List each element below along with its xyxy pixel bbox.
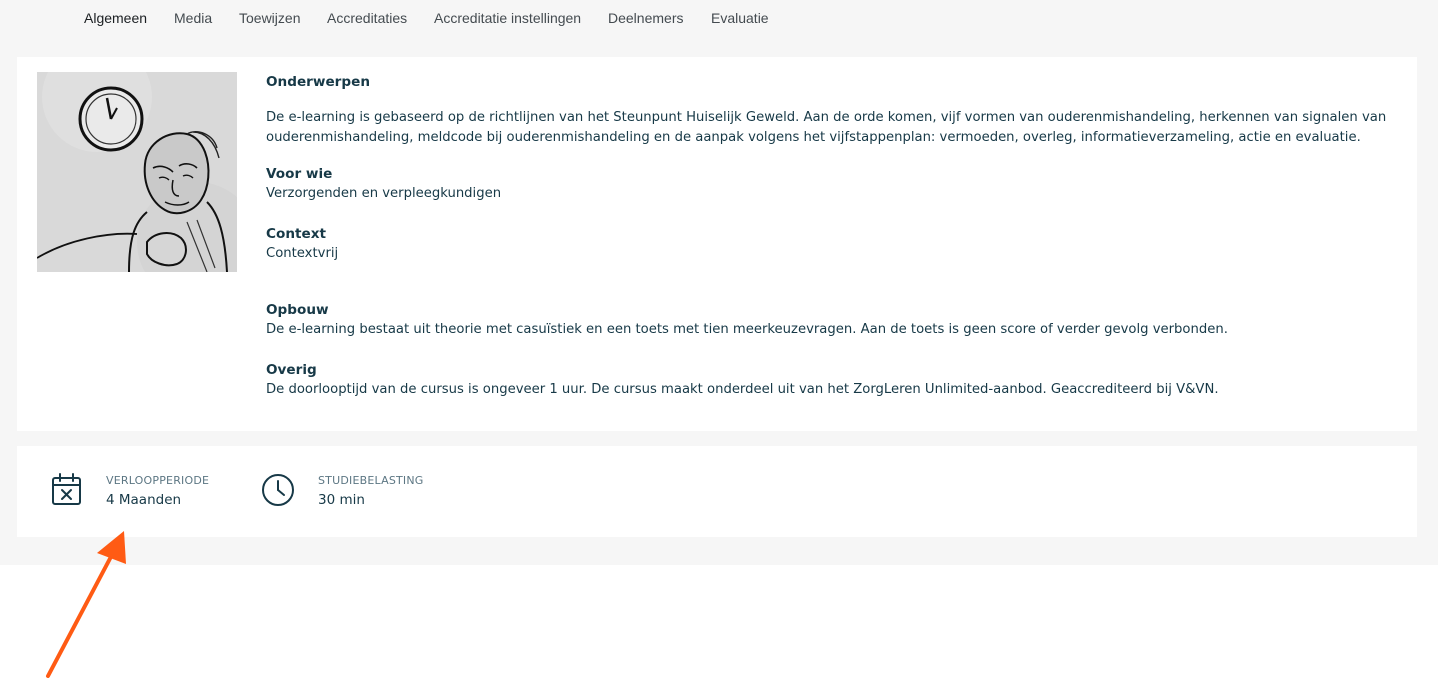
study-load-value: 30 min xyxy=(318,492,365,508)
elderly-man-illustration-icon xyxy=(37,72,237,272)
tab-accreditatie-instellingen[interactable]: Accreditatie instellingen xyxy=(434,10,581,26)
tab-bar: Algemeen Media Toewijzen Accreditaties A… xyxy=(0,0,1438,36)
section-text-opbouw: De e-learning bestaat uit theorie met ca… xyxy=(266,322,1228,337)
tab-algemeen[interactable]: Algemeen xyxy=(84,10,147,26)
course-description-card: Onderwerpen De e-learning is gebaseerd o… xyxy=(17,57,1417,431)
section-text-overig: De doorlooptijd van de cursus is ongevee… xyxy=(266,382,1219,397)
course-info-card: VERLOOPPERIODE 4 Maanden STUDIEBELASTING… xyxy=(17,446,1417,537)
section-title-context: Context xyxy=(266,226,326,242)
tab-evaluatie[interactable]: Evaluatie xyxy=(711,10,769,26)
course-thumbnail xyxy=(37,72,237,272)
tab-media[interactable]: Media xyxy=(174,10,212,26)
calendar-x-icon xyxy=(51,473,83,512)
section-text-onderwerpen: De e-learning is gebaseerd op de richtli… xyxy=(266,110,1387,145)
section-title-overig: Overig xyxy=(266,362,317,378)
section-title-voor-wie: Voor wie xyxy=(266,166,333,182)
section-title-onderwerpen: Onderwerpen xyxy=(266,74,370,90)
clock-icon xyxy=(261,473,295,512)
section-title-opbouw: Opbouw xyxy=(266,302,329,318)
tab-accreditaties[interactable]: Accreditaties xyxy=(327,10,407,26)
study-load-label: STUDIEBELASTING xyxy=(318,474,424,487)
tab-toewijzen[interactable]: Toewijzen xyxy=(239,10,300,26)
expiry-period-label: VERLOOPPERIODE xyxy=(106,474,210,487)
section-text-voor-wie: Verzorgenden en verpleegkundigen xyxy=(266,186,502,201)
tab-deelnemers[interactable]: Deelnemers xyxy=(608,10,683,26)
expiry-period-value: 4 Maanden xyxy=(106,492,182,508)
section-text-context: Contextvrij xyxy=(266,246,339,261)
